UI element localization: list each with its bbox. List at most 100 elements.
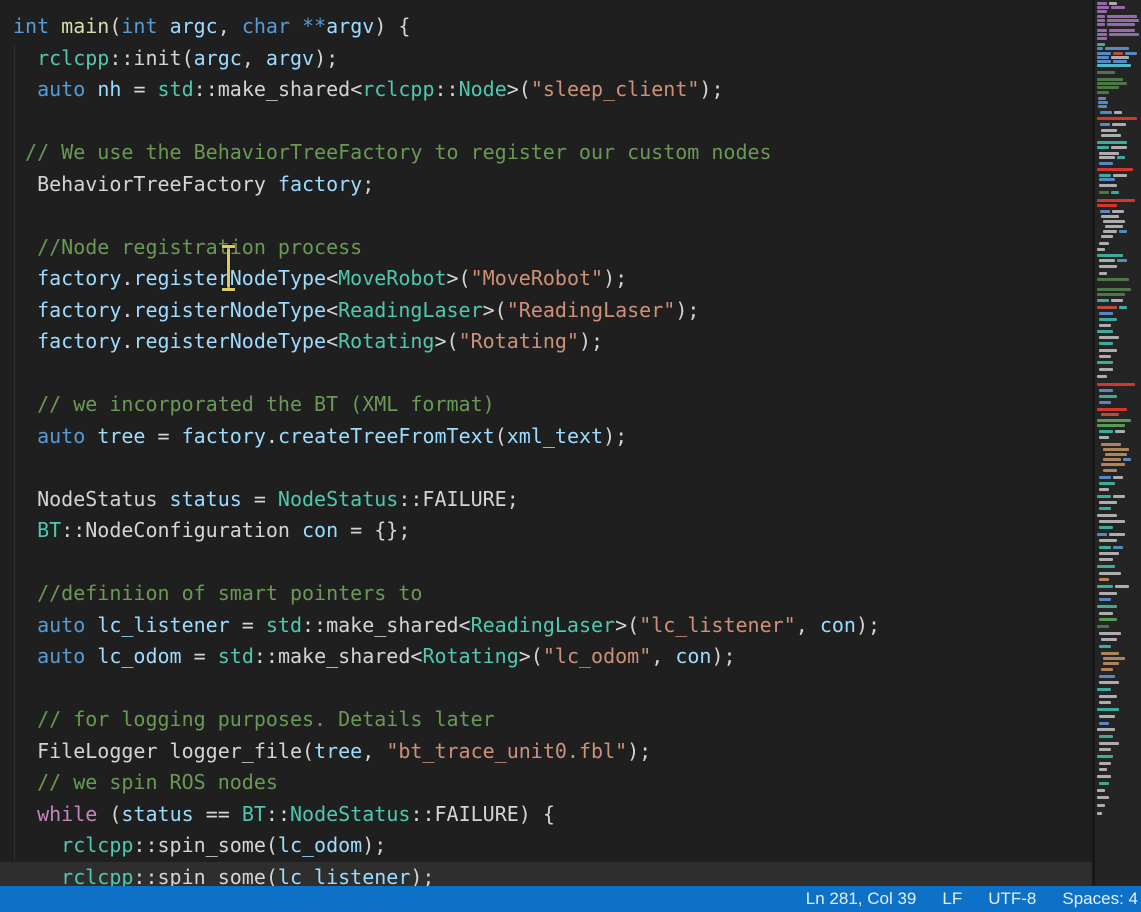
code-line[interactable]: BehaviorTreeFactory factory; [0, 169, 1092, 201]
code-token: :: [434, 77, 458, 101]
minimap-line [1097, 64, 1131, 67]
minimap-line [1097, 56, 1109, 59]
minimap-line [1099, 242, 1109, 245]
code-line[interactable]: auto nh = std::make_shared<rclcpp::Node>… [0, 74, 1092, 106]
minimap-line [1105, 225, 1123, 228]
minimap-line [1097, 6, 1109, 9]
minimap-line [1099, 632, 1121, 635]
code-line[interactable]: // we spin ROS nodes [0, 767, 1092, 799]
status-cursor-position[interactable]: Ln 281, Col 39 [806, 889, 917, 909]
minimap-line [1107, 23, 1135, 26]
code-line[interactable]: factory.registerNodeType<MoveRobot>("Mov… [0, 263, 1092, 295]
code-line[interactable] [0, 547, 1092, 579]
code-token [13, 77, 37, 101]
minimap-line [1103, 662, 1119, 665]
code-token [13, 298, 37, 322]
code-line[interactable] [0, 452, 1092, 484]
code-token: auto [37, 613, 85, 637]
status-eol-indicator[interactable]: LF [942, 889, 962, 909]
minimap-line [1100, 111, 1112, 114]
code-token: >( [507, 77, 531, 101]
code-token: tree [97, 424, 145, 448]
minimap-line [1097, 78, 1123, 81]
minimap-line [1114, 111, 1122, 114]
code-line[interactable]: //definiion of smart pointers to [0, 578, 1092, 610]
minimap-line [1111, 191, 1119, 194]
code-line[interactable]: auto lc_listener = std::make_shared<Read… [0, 610, 1092, 642]
code-line[interactable]: while (status == BT::NodeStatus::FAILURE… [0, 799, 1092, 831]
code-token: rclcpp [362, 77, 434, 101]
code-line[interactable]: //Node registration process [0, 232, 1092, 264]
code-token: Rotating [422, 644, 518, 668]
code-line[interactable]: rclcpp::init(argc, argv); [0, 43, 1092, 75]
code-token: //Node registration process [37, 235, 362, 259]
code-line[interactable]: auto tree = factory.createTreeFromText(x… [0, 421, 1092, 453]
minimap-line [1097, 33, 1107, 36]
code-token: ); [362, 833, 386, 857]
minimap-line [1099, 572, 1121, 575]
minimap-line [1097, 533, 1107, 536]
code-token [13, 235, 37, 259]
code-token [13, 644, 37, 668]
code-token: // we spin ROS nodes [37, 770, 278, 794]
minimap-line [1097, 60, 1111, 63]
code-line[interactable]: NodeStatus status = NodeStatus::FAILURE; [0, 484, 1092, 516]
code-token [13, 581, 37, 605]
minimap-line [1113, 476, 1123, 479]
code-line[interactable]: // We use the BehaviorTreeFactory to reg… [0, 137, 1092, 169]
code-token: Node [459, 77, 507, 101]
code-line[interactable]: factory.registerNodeType<Rotating>("Rota… [0, 326, 1092, 358]
minimap-line [1097, 117, 1137, 120]
code-token: argv [266, 46, 314, 70]
code-line[interactable]: auto lc_odom = std::make_shared<Rotating… [0, 641, 1092, 673]
minimap-line [1097, 52, 1111, 55]
minimap-line [1099, 389, 1113, 392]
minimap-line [1097, 86, 1119, 89]
code-line[interactable]: factory.registerNodeType<ReadingLaser>("… [0, 295, 1092, 327]
code-line[interactable] [0, 200, 1092, 232]
code-line[interactable]: // we incorporated the BT (XML format) [0, 389, 1092, 421]
code-line[interactable] [0, 106, 1092, 138]
minimap-line [1099, 735, 1113, 738]
minimap-line [1099, 722, 1109, 725]
code-line[interactable] [0, 673, 1092, 705]
minimap-line [1097, 10, 1107, 13]
code-line[interactable]: FileLogger logger_file(tree, "bt_trace_u… [0, 736, 1092, 768]
code-line[interactable]: // for logging purposes. Details later [0, 704, 1092, 736]
minimap-line [1099, 546, 1111, 549]
status-encoding-indicator[interactable]: UTF-8 [988, 889, 1036, 909]
minimap-line [1097, 812, 1102, 815]
code-token: auto [37, 644, 85, 668]
code-line[interactable]: int main(int argc, char **argv) { [0, 11, 1092, 43]
code-line[interactable] [0, 358, 1092, 390]
code-line[interactable]: rclcpp::spin_some(lc_listener); [0, 862, 1092, 887]
minimap-line [1097, 330, 1113, 333]
code-token: rclcpp [61, 833, 133, 857]
code-token [13, 172, 37, 196]
code-editor[interactable]: int main(int argc, char **argv) { rclcpp… [0, 0, 1092, 886]
code-token: , [651, 644, 675, 668]
code-token: factory [37, 298, 121, 322]
code-token: ); [699, 77, 723, 101]
code-token: argc [170, 14, 218, 38]
status-indentation-indicator[interactable]: Spaces: 4 [1062, 889, 1138, 909]
code-token: ); [856, 613, 880, 637]
minimap[interactable] [1092, 0, 1141, 886]
status-bar: Ln 281, Col 39 LF UTF-8 Spaces: 4 [0, 886, 1141, 912]
code-token [85, 644, 97, 668]
code-token: registerNodeType [133, 329, 326, 353]
minimap-line [1099, 355, 1111, 358]
code-token [13, 329, 37, 353]
code-token: // We use the BehaviorTreeFactory to reg… [25, 140, 772, 164]
minimap-line [1097, 688, 1111, 691]
minimap-line [1099, 742, 1119, 745]
code-line[interactable]: BT::NodeConfiguration con = {}; [0, 515, 1092, 547]
minimap-line [1101, 413, 1119, 416]
code-token: BehaviorTreeFactory [37, 172, 278, 196]
code-token: ); [603, 424, 627, 448]
code-token: < [326, 329, 338, 353]
code-token: = [182, 644, 218, 668]
code-token: == [194, 802, 242, 826]
code-token: , [796, 613, 820, 637]
code-line[interactable]: rclcpp::spin_some(lc_odom); [0, 830, 1092, 862]
